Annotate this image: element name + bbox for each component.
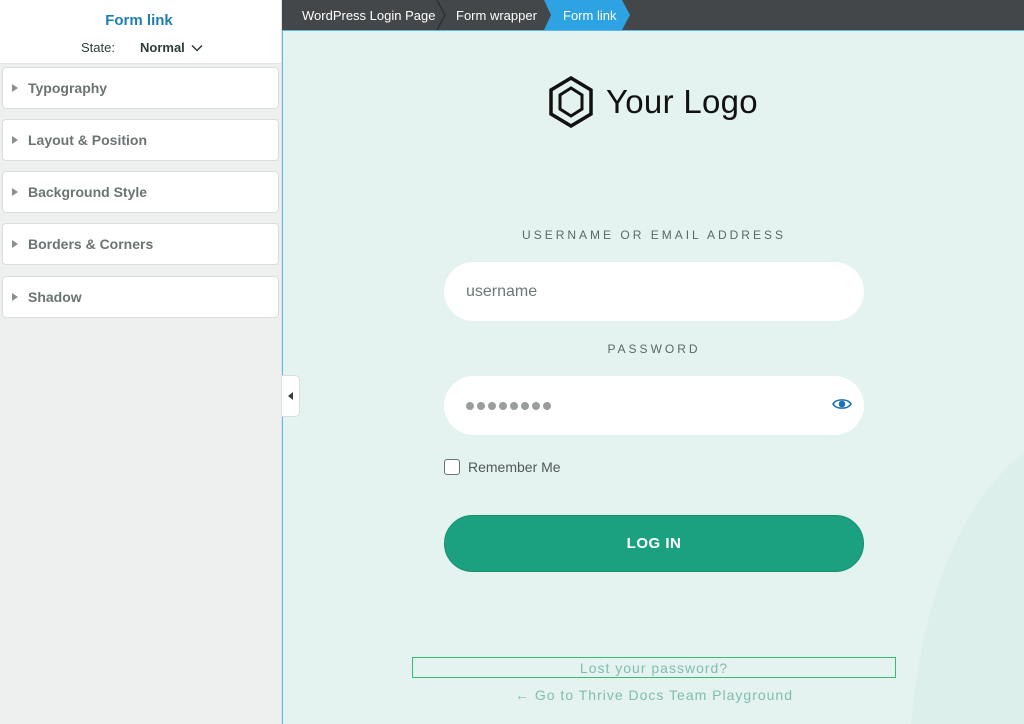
back-to-site-link[interactable]: ← Go to Thrive Docs Team Playground [444, 687, 864, 703]
caret-right-icon [12, 240, 22, 248]
sidebar-title: Form link [105, 12, 173, 29]
page-canvas: Your Logo USERNAME OR EMAIL ADDRESS user… [282, 30, 1024, 724]
password-dot [521, 401, 529, 410]
panel-label: Layout & Position [28, 132, 147, 148]
panel-background-style[interactable]: Background Style [2, 171, 279, 213]
caret-right-icon [12, 136, 22, 144]
password-dot [477, 401, 485, 410]
eye-icon[interactable] [832, 397, 852, 411]
breadcrumb-label: Form link [563, 7, 617, 23]
caret-right-icon [12, 188, 22, 196]
settings-sidebar: Form link State: Normal Typography Layou… [0, 0, 282, 724]
breadcrumb-item-login-page[interactable]: WordPress Login Page [302, 0, 435, 30]
breadcrumb-item-form-wrapper[interactable]: Form wrapper [456, 0, 537, 30]
remember-me-checkbox[interactable]: Remember Me [444, 459, 561, 475]
breadcrumb: WordPress Login Page Form wrapper Form l… [282, 0, 1024, 30]
collapse-sidebar-button[interactable] [282, 375, 300, 417]
panel-borders-corners[interactable]: Borders & Corners [2, 223, 279, 265]
sidebar-header: Form link State: Normal [0, 0, 281, 64]
panel-layout-position[interactable]: Layout & Position [2, 119, 279, 161]
password-mask [466, 401, 551, 410]
breadcrumb-separator-icon [436, 0, 446, 30]
caret-left-icon [288, 387, 293, 405]
password-dot [510, 401, 518, 410]
remember-me-label: Remember Me [468, 459, 561, 475]
username-input[interactable]: username [444, 262, 864, 321]
password-input[interactable] [444, 376, 864, 435]
site-logo: Your Logo [548, 76, 758, 128]
logo-text: Your Logo [606, 83, 758, 120]
state-dropdown[interactable]: Normal [140, 38, 203, 56]
hexagon-logo-icon [549, 76, 593, 128]
panel-shadow[interactable]: Shadow [2, 276, 279, 318]
state-label: State: [81, 40, 115, 55]
panel-label: Typography [28, 80, 108, 96]
password-dot [499, 401, 507, 410]
panel-label: Shadow [28, 289, 82, 305]
panel-typography[interactable]: Typography [2, 67, 279, 109]
breadcrumb-label: Form wrapper [456, 7, 537, 23]
caret-right-icon [12, 84, 22, 92]
state-value: Normal [140, 39, 185, 55]
panel-label: Borders & Corners [28, 236, 154, 252]
password-dot [466, 401, 474, 410]
caret-right-icon [12, 293, 22, 301]
panel-label: Background Style [28, 184, 148, 200]
password-label: PASSWORD [607, 342, 701, 356]
password-dot [532, 401, 540, 410]
login-button[interactable]: LOG IN [444, 515, 864, 572]
username-value: username [466, 282, 538, 300]
password-dot [488, 401, 496, 410]
breadcrumb-item-form-link[interactable]: Form link [563, 0, 616, 30]
username-label: USERNAME OR EMAIL ADDRESS [522, 228, 786, 242]
breadcrumb-label: WordPress Login Page [302, 7, 436, 23]
password-dot [543, 401, 551, 410]
lost-password-link[interactable]: Lost your password? [412, 657, 896, 678]
chevron-down-icon [191, 40, 203, 55]
checkbox-box[interactable] [444, 459, 460, 475]
